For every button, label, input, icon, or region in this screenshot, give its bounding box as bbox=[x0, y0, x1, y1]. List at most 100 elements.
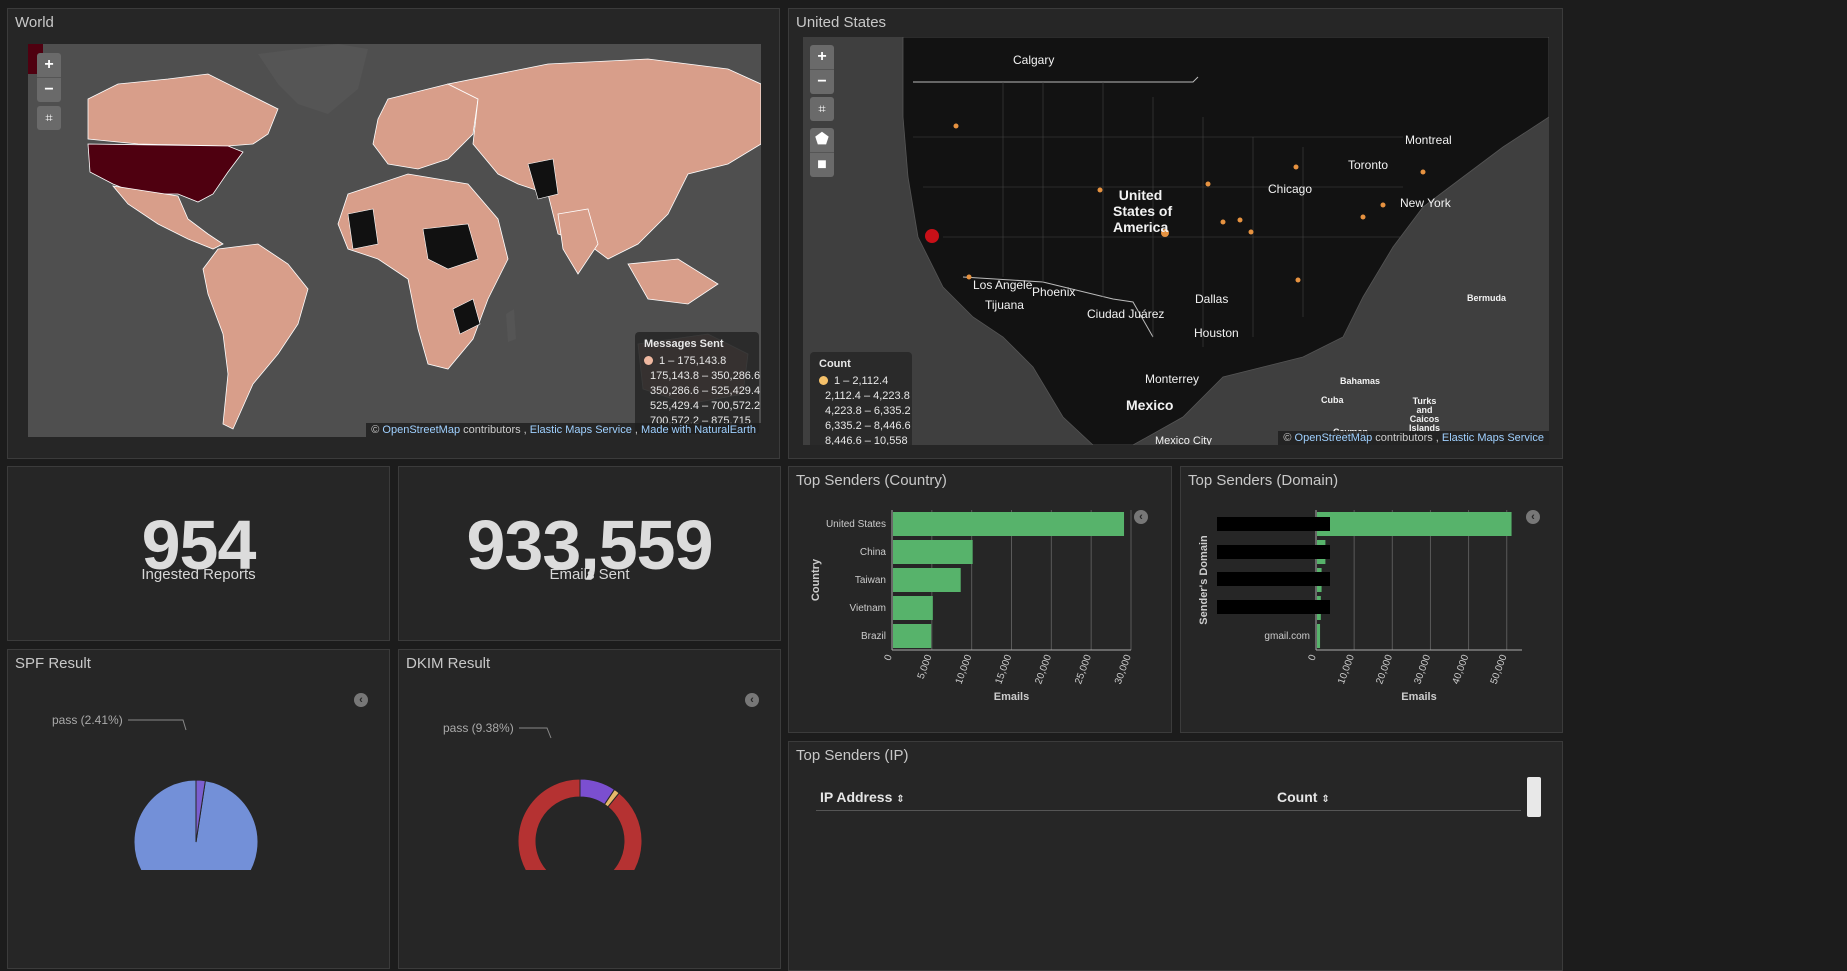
x-tick-label: 20,000 bbox=[1374, 653, 1395, 686]
x-tick-label: 40,000 bbox=[1451, 653, 1472, 686]
bar bbox=[893, 624, 932, 648]
legend-item: 1 – 2,112.4 bbox=[819, 373, 903, 388]
country-label: United States of America bbox=[1113, 187, 1173, 235]
country-label-line: United bbox=[1118, 187, 1163, 203]
se-asia-shape bbox=[627, 258, 719, 305]
legend-title: Messages Sent bbox=[644, 338, 724, 350]
x-tick-label: 50,000 bbox=[1489, 653, 1510, 686]
column-label: IP Address bbox=[820, 789, 893, 805]
city-label: Chicago bbox=[1268, 182, 1313, 196]
y-tick-label: Brazil bbox=[861, 631, 886, 642]
legend-item: 525,429.4 – 700,572.2 bbox=[644, 398, 760, 413]
city-label: Los Angele bbox=[973, 278, 1033, 292]
ingested-reports-panel: 954 Ingested Reports bbox=[7, 466, 390, 641]
ems-link[interactable]: Elastic Maps Service bbox=[530, 424, 632, 436]
map-legend: Messages Sent 1 – 175,143.8 175,143.8 – … bbox=[635, 332, 760, 434]
world-map-panel: World + − ⌗ Messages Sent 1 – 175,143.8 … bbox=[7, 8, 780, 459]
data-point bbox=[1237, 217, 1243, 223]
panel-title: SPF Result bbox=[15, 655, 91, 672]
fit-bounds-button[interactable]: ⌗ bbox=[37, 106, 61, 130]
x-tick-label: 30,000 bbox=[1113, 653, 1134, 686]
legend-label: 175,143.8 – 350,286.6 bbox=[650, 369, 761, 382]
city-label: Turks and Caicos Islands bbox=[1409, 397, 1440, 433]
canada-shape bbox=[87, 73, 279, 147]
legend-label: 525,429.4 – 700,572.2 bbox=[650, 399, 761, 412]
map-attribution: © OpenStreetMap contributors , Elastic M… bbox=[366, 423, 761, 437]
draw-polygon-button[interactable]: ⬟ bbox=[810, 128, 834, 152]
legend-label: 6,335.2 – 8,446.6 bbox=[825, 419, 911, 432]
bar bbox=[893, 596, 933, 620]
bar bbox=[893, 512, 1125, 536]
top-senders-country-panel: Top Senders (Country) ‹ 0 5,000 10,000 15,0… bbox=[788, 466, 1172, 733]
slice-label: pass (2.41%) bbox=[52, 713, 123, 727]
south-america-shape bbox=[202, 243, 309, 430]
naturalearth-link[interactable]: Made with NaturalEarth bbox=[641, 424, 756, 436]
bar bbox=[893, 568, 961, 592]
legend-item: 350,286.6 – 525,429.4 bbox=[644, 383, 760, 398]
legend-item: 1 – 175,143.8 bbox=[644, 353, 750, 368]
legend-swatch bbox=[819, 376, 828, 385]
zoom-out-button[interactable]: − bbox=[37, 77, 61, 102]
table-header-divider bbox=[816, 810, 1521, 811]
osm-link[interactable]: OpenStreetMap bbox=[1295, 432, 1373, 444]
x-tick-label: 0 bbox=[883, 653, 895, 662]
zoom-out-button[interactable]: − bbox=[810, 69, 834, 94]
redacted-domain-label bbox=[1217, 545, 1330, 559]
greenland-shape bbox=[258, 44, 368, 114]
attribution-text: contributors , bbox=[1372, 432, 1442, 444]
data-point bbox=[1420, 169, 1426, 175]
data-point bbox=[1360, 214, 1366, 220]
city-label: Ciudad Juárez bbox=[1087, 307, 1165, 321]
zoom-in-button[interactable]: + bbox=[37, 53, 61, 77]
data-point bbox=[1097, 187, 1103, 193]
data-point bbox=[1295, 277, 1301, 283]
y-tick-label: Vietnam bbox=[849, 603, 886, 614]
country-label-line: States of bbox=[1113, 203, 1173, 219]
city-label: Houston bbox=[1194, 326, 1239, 340]
dkim-donut-chart: pass (9.38%) bbox=[443, 721, 643, 870]
city-label: Cuba bbox=[1321, 395, 1344, 405]
osm-link[interactable]: OpenStreetMap bbox=[382, 424, 460, 436]
africa-shape bbox=[337, 173, 509, 370]
city-label: Calgary bbox=[1013, 53, 1055, 67]
count-column-header[interactable]: Count ⇕ bbox=[1277, 789, 1330, 805]
madagascar-shape bbox=[506, 309, 516, 342]
africa-dark-region bbox=[347, 208, 379, 250]
label-leader-line bbox=[128, 719, 187, 731]
data-point bbox=[1380, 202, 1386, 208]
draw-rectangle-button[interactable]: ■ bbox=[810, 152, 834, 177]
us-map[interactable]: Calgary Montreal Toronto Chicago New Yor… bbox=[803, 37, 1549, 445]
map-legend: Count 1 – 2,112.4 2,112.4 – 4,223.8 4,22… bbox=[810, 352, 912, 445]
zoom-control: + − bbox=[37, 53, 61, 102]
country-bar-chart: 0 5,000 10,000 15,000 20,000 25,000 30,000 Unit… bbox=[810, 510, 1134, 703]
y-tick-label: gmail.com bbox=[1264, 631, 1310, 642]
square-icon: ■ bbox=[817, 156, 827, 173]
city-label: Montreal bbox=[1405, 133, 1452, 147]
scrollbar[interactable] bbox=[1527, 777, 1541, 817]
legend-item: 175,143.8 – 350,286.6 bbox=[644, 368, 760, 383]
ip-address-column-header[interactable]: IP Address ⇕ bbox=[820, 789, 905, 805]
fit-bounds-button[interactable]: ⌗ bbox=[810, 97, 834, 121]
attribution-text: contributors , bbox=[460, 424, 530, 436]
spf-pie-chart: pass (2.41%) bbox=[52, 713, 259, 870]
city-label: New York bbox=[1400, 196, 1451, 210]
legend-label: 350,286.6 – 525,429.4 bbox=[650, 384, 761, 397]
legend-item: 2,112.4 – 4,223.8 bbox=[819, 388, 910, 403]
ems-link[interactable]: Elastic Maps Service bbox=[1442, 432, 1544, 444]
legend-item: 4,223.8 – 6,335.2 bbox=[819, 403, 911, 418]
y-axis-title: Country bbox=[810, 558, 822, 601]
city-label: Tijuana bbox=[985, 298, 1024, 312]
redacted-domain-label bbox=[1217, 600, 1330, 614]
x-tick-label: 20,000 bbox=[1033, 653, 1054, 686]
redacted-domain-label bbox=[1217, 517, 1330, 531]
x-tick-label: 0 bbox=[1307, 653, 1319, 662]
x-axis-title: Emails bbox=[1401, 691, 1436, 703]
data-point bbox=[966, 274, 972, 280]
country-label-line: America bbox=[1113, 219, 1169, 235]
zoom-in-button[interactable]: + bbox=[810, 45, 834, 69]
world-map[interactable]: + − ⌗ Messages Sent 1 – 175,143.8 175,14… bbox=[28, 44, 761, 437]
bar bbox=[893, 540, 973, 564]
data-point bbox=[953, 123, 959, 129]
x-tick-label: 15,000 bbox=[994, 653, 1015, 686]
city-label: Toronto bbox=[1348, 158, 1389, 172]
